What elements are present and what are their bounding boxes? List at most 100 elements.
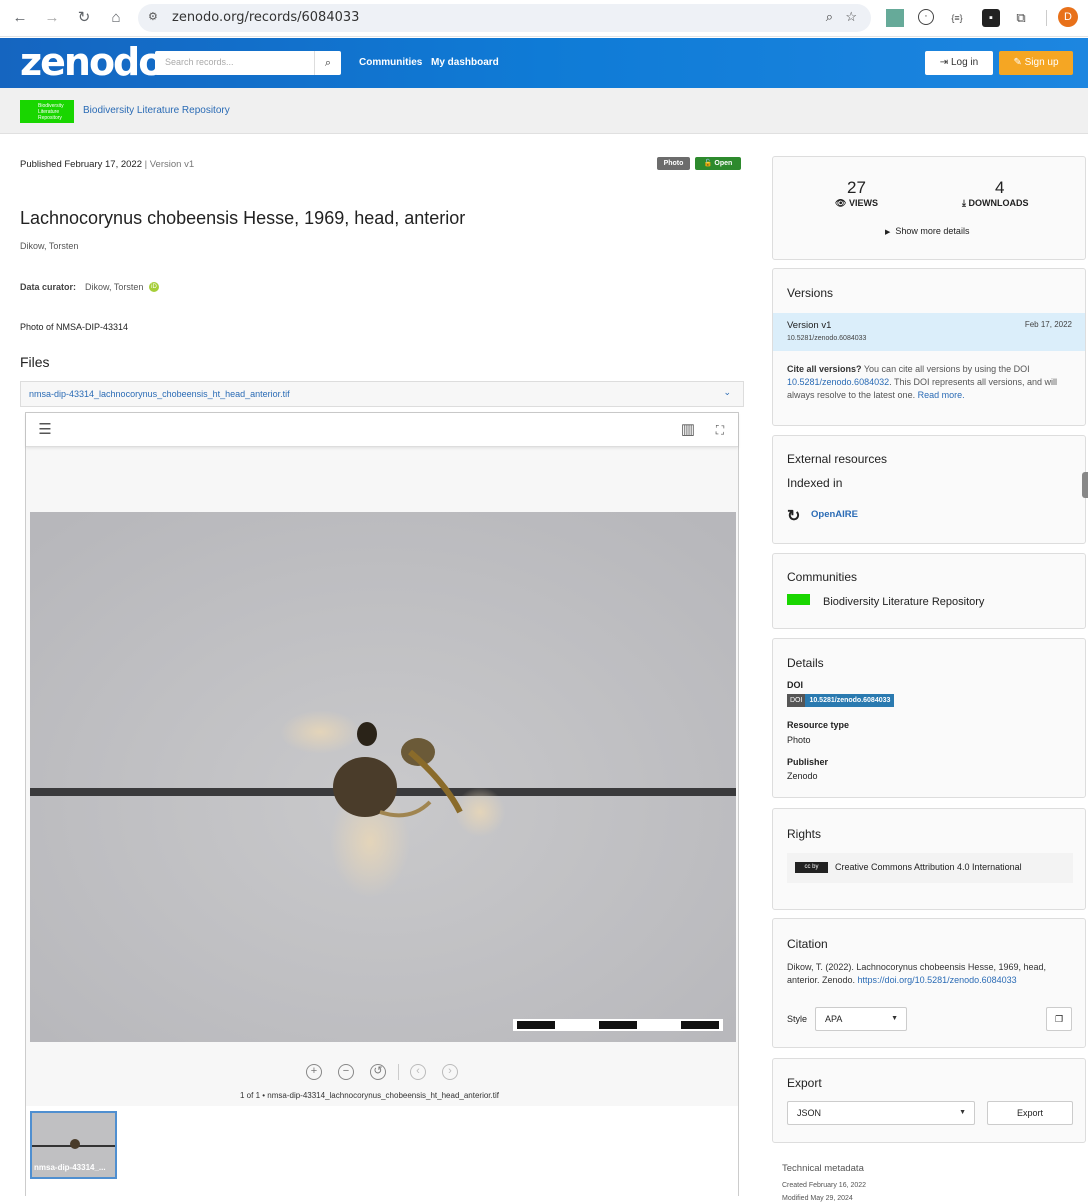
menu-icon[interactable]: ☰ (35, 420, 55, 440)
doi-badge[interactable]: DOI 10.5281/zenodo.6084033 (787, 694, 895, 707)
thumbnail-specimen (70, 1139, 80, 1149)
nav-my-dashboard[interactable]: My dashboard (431, 57, 499, 68)
controls-divider (398, 1064, 399, 1080)
openaire-icon: ↻ (787, 508, 801, 525)
reset-zoom-icon[interactable]: ↺ (370, 1064, 386, 1080)
specimen-image (30, 512, 736, 1042)
citation-text: Dikow, T. (2022). Lachnocorynus chobeens… (787, 962, 1046, 985)
curator-link[interactable]: Dikow, Torsten (85, 282, 143, 292)
license-row[interactable]: cc by Creative Commons Attribution 4.0 I… (787, 853, 1073, 883)
version-item[interactable]: Version v1 Feb 17, 2022 10.5281/zenodo.6… (773, 313, 1085, 351)
details-title: Details (787, 656, 824, 670)
creator-link[interactable]: Dikow, Torsten (20, 241, 78, 251)
version-name[interactable]: Version v1 (787, 320, 831, 331)
resource-type-value: Photo (787, 735, 811, 745)
copy-citation-button[interactable]: ❐ (1046, 1007, 1072, 1031)
style-label: Style (787, 1014, 808, 1024)
curator-label: Data curator: (20, 282, 77, 292)
back-icon[interactable]: ← (10, 8, 30, 28)
details-card: Details DOI DOI 10.5281/zenodo.6084033 Re… (772, 638, 1086, 798)
extension-json-icon[interactable]: {≡} (948, 9, 966, 27)
export-button[interactable]: Export (987, 1101, 1073, 1125)
file-accordion[interactable]: nmsa-dip-43314_lachnocorynus_chobeensis_… (20, 381, 744, 407)
zoom-in-icon[interactable]: + (306, 1064, 322, 1080)
address-bar[interactable]: ⚙ zenodo.org/records/6084033 ⌕ ☆ (138, 4, 871, 32)
zoom-out-icon[interactable]: − (338, 1064, 354, 1080)
next-icon[interactable]: › (442, 1064, 458, 1080)
site-info-icon[interactable]: ⚙ (148, 10, 158, 23)
caret-right-icon: ▶ (885, 229, 891, 236)
external-title: External resources (787, 452, 888, 466)
copy-icon: ❐ (1054, 1014, 1064, 1024)
browser-toolbar: ← → ↻ ⌂ ⚙ zenodo.org/records/6084033 ⌕ ☆… (0, 0, 1088, 37)
site-header: zenodo Search records... ⌕ Communities M… (0, 38, 1088, 88)
thumbnail[interactable]: nmsa-dip-43314_... (30, 1111, 117, 1179)
open-lock-icon: 🔓 (703, 160, 713, 167)
download-icon: ⤓ (962, 198, 966, 208)
thumbnail-label: nmsa-dip-43314_... (34, 1163, 106, 1172)
version-date: Feb 17, 2022 (1024, 320, 1072, 329)
login-button[interactable]: ⇥ Log in (925, 51, 993, 75)
signup-button[interactable]: ✎ Sign up (999, 51, 1073, 75)
downloads-count: 4 (995, 178, 1005, 197)
communities-card: Communities Biodiversity Literature Repo… (772, 553, 1086, 629)
citation-url[interactable]: https://doi.org/10.5281/zenodo.6084033 (858, 975, 1017, 985)
nav-communities[interactable]: Communities (359, 57, 422, 68)
doi-label: DOI (787, 680, 804, 690)
zenodo-logo[interactable]: zenodo (20, 43, 164, 81)
zoom-icon[interactable]: ⌕ (826, 9, 833, 25)
side-scroll-handle[interactable] (1082, 472, 1088, 498)
bookmark-star-icon[interactable]: ☆ (845, 9, 857, 25)
toolbar-divider (1046, 10, 1047, 26)
show-more-details[interactable]: ▶ Show more details (885, 226, 969, 236)
viewer-toolbar: ☰ ▥ ⛶ (26, 413, 738, 447)
openaire-link[interactable]: OpenAIRE (811, 509, 858, 520)
license-name: Creative Commons Attribution 4.0 Interna… (835, 862, 1022, 872)
export-title: Export (787, 1076, 822, 1090)
versions-title: Versions (787, 286, 834, 300)
rights-title: Rights (787, 827, 822, 841)
views-label: 👁 VIEWS (835, 198, 878, 208)
book-view-icon[interactable]: ▥ (678, 420, 698, 440)
search-placeholder: Search records... (165, 57, 234, 67)
community-logo-small (787, 594, 810, 605)
login-icon: ⇥ (939, 57, 951, 68)
files-heading: Files (20, 354, 50, 370)
extension-lock-icon[interactable]: ▪ (982, 9, 1000, 27)
badge-photo: Photo (657, 157, 690, 170)
forward-icon[interactable]: → (42, 8, 62, 28)
community-link[interactable]: Biodiversity Literature Repository (83, 105, 230, 116)
home-icon[interactable]: ⌂ (106, 8, 126, 28)
concept-doi-link[interactable]: 10.5281/zenodo.6084032 (787, 377, 889, 387)
indexed-in-label: Indexed in (787, 476, 843, 490)
file-name[interactable]: nmsa-dip-43314_lachnocorynus_chobeensis_… (29, 389, 290, 399)
citation-style-select[interactable]: APA ▼ (815, 1007, 907, 1031)
signup-icon: ✎ (1013, 57, 1025, 68)
resource-type-label: Resource type (787, 720, 850, 730)
eye-icon: 👁 (835, 198, 847, 208)
export-card: Export JSON ▼ Export (772, 1058, 1086, 1143)
publisher-value: Zenodo (787, 771, 818, 781)
community-logo[interactable]: Biodiversity Literature Repository (20, 100, 74, 123)
publisher-label: Publisher (787, 757, 829, 767)
citation-title: Citation (787, 937, 828, 951)
orcid-icon[interactable]: iD (149, 282, 159, 292)
external-resources-card: External resources Indexed in ↻ OpenAIRE (772, 435, 1086, 544)
extension-face-icon[interactable]: · (918, 9, 934, 25)
search-icon[interactable]: ⌕ (314, 51, 341, 75)
community-name[interactable]: Biodiversity Literature Repository (823, 596, 984, 608)
previous-icon[interactable]: ‹ (410, 1064, 426, 1080)
search-input[interactable]: Search records... ⌕ (155, 51, 341, 75)
export-format-select[interactable]: JSON ▼ (787, 1101, 975, 1125)
chevron-down-icon[interactable]: ⌄ (723, 387, 731, 398)
versions-card: Versions Version v1 Feb 17, 2022 10.5281… (772, 268, 1086, 426)
read-more-link[interactable]: Read more. (918, 390, 965, 400)
description: Photo of NMSA-DIP-43314 (20, 322, 129, 332)
fullscreen-icon[interactable]: ⛶ (710, 420, 730, 440)
stats-card: 27 👁 VIEWS 4 ⤓ DOWNLOADS ▶ Show more det… (772, 156, 1086, 260)
extensions-puzzle-icon[interactable]: ⧉ (1012, 9, 1030, 27)
profile-avatar[interactable]: D (1058, 7, 1078, 27)
reload-icon[interactable]: ↻ (74, 8, 94, 28)
extension-icon[interactable] (886, 9, 904, 27)
rights-card: Rights cc by Creative Commons Attributio… (772, 808, 1086, 910)
